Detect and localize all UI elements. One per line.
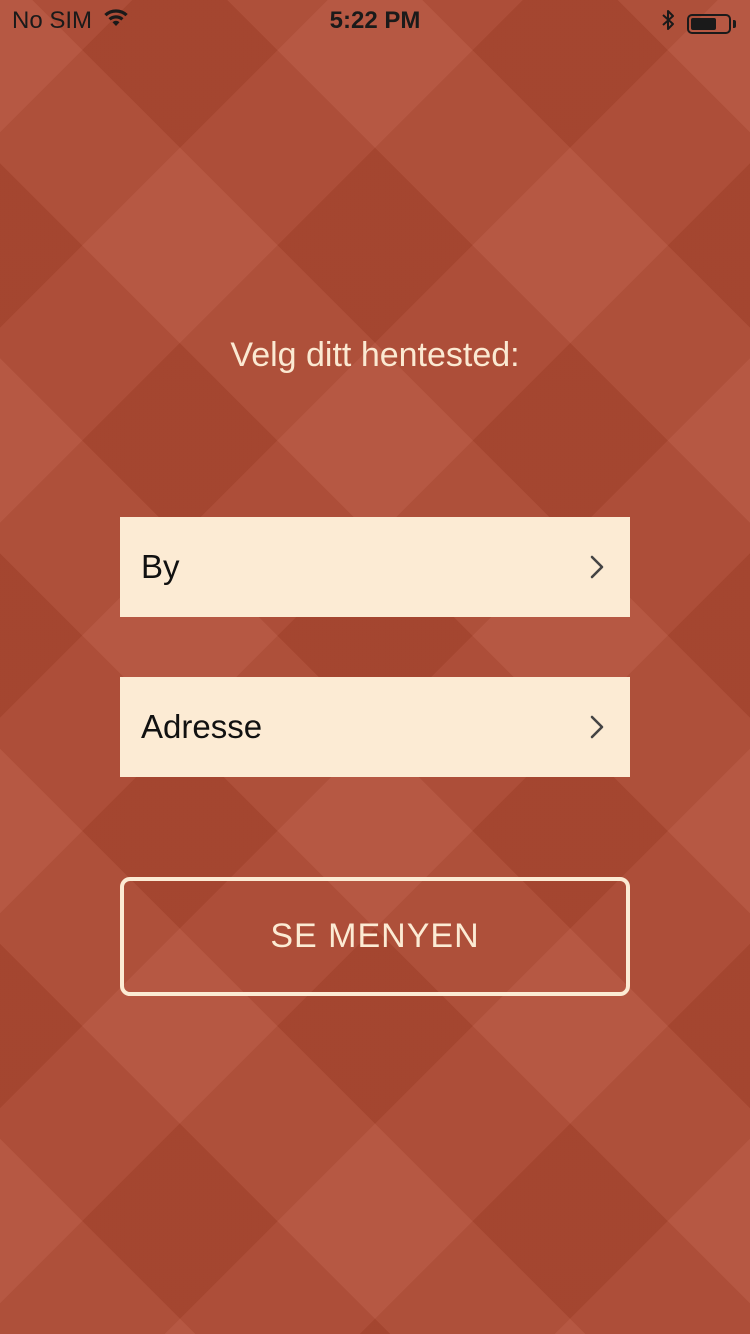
address-select[interactable]: Adresse <box>120 677 630 777</box>
city-select[interactable]: By <box>120 517 630 617</box>
battery-icon <box>687 13 731 34</box>
see-menu-button[interactable]: SE MENYEN <box>120 877 630 996</box>
chevron-right-icon <box>586 712 608 742</box>
city-select-label: By <box>141 548 180 585</box>
chevron-right-icon <box>586 552 608 582</box>
battery-level <box>691 17 716 30</box>
battery-tip <box>733 19 736 28</box>
status-bar: No SIM 5:22 PM <box>0 0 750 40</box>
status-right <box>661 8 736 39</box>
pickup-prompt: Velg ditt hentested: <box>230 336 520 374</box>
background-pattern <box>0 0 750 1334</box>
bluetooth-icon <box>661 8 675 39</box>
address-select-label: Adresse <box>141 708 263 745</box>
status-time: 5:22 PM <box>329 7 421 34</box>
